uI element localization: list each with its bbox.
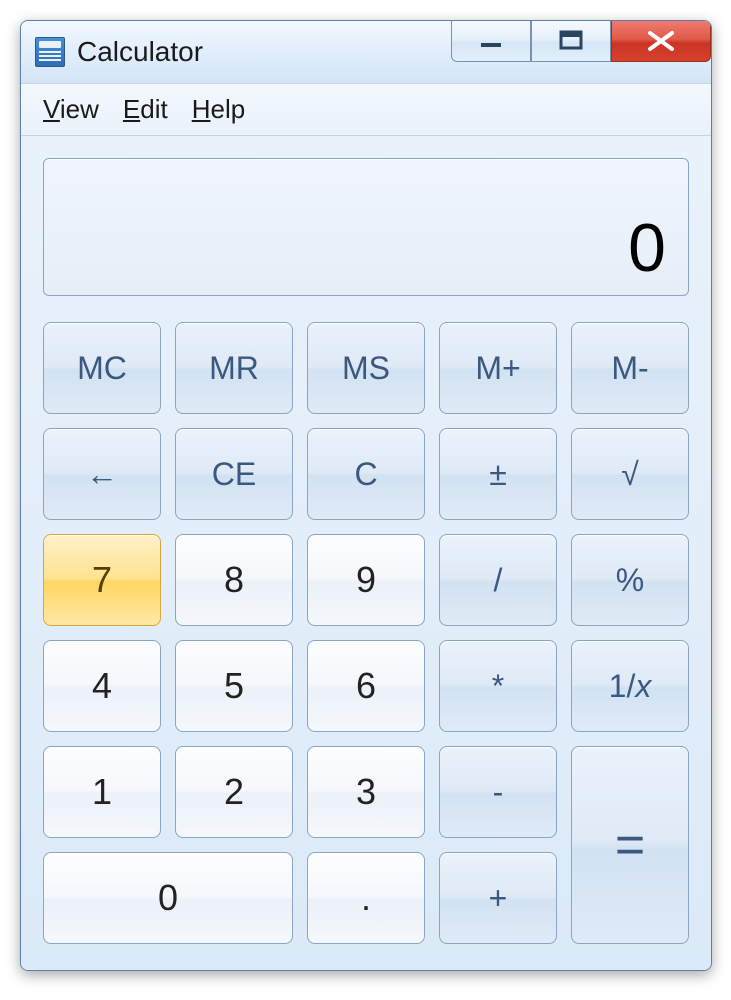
maximize-icon	[557, 30, 585, 52]
seven-button[interactable]: 7	[43, 534, 161, 626]
nine-button[interactable]: 9	[307, 534, 425, 626]
titlebar[interactable]: Calculator	[21, 21, 711, 83]
menu-help[interactable]: Help	[192, 94, 245, 125]
ms-button[interactable]: MS	[307, 322, 425, 414]
four-button[interactable]: 4	[43, 640, 161, 732]
subtract-button[interactable]: -	[439, 746, 557, 838]
one-button[interactable]: 1	[43, 746, 161, 838]
add-button[interactable]: +	[439, 852, 557, 944]
calculator-window: Calculator View Edit Help 0 MC MR MS M+ …	[20, 20, 712, 971]
two-button[interactable]: 2	[175, 746, 293, 838]
eight-button[interactable]: 8	[175, 534, 293, 626]
mminus-button[interactable]: M-	[571, 322, 689, 414]
menubar: View Edit Help	[21, 83, 711, 136]
window-controls	[451, 21, 711, 62]
minimize-button[interactable]	[451, 21, 531, 62]
minimize-icon	[475, 33, 507, 49]
equals-button[interactable]: =	[571, 746, 689, 944]
mr-button[interactable]: MR	[175, 322, 293, 414]
six-button[interactable]: 6	[307, 640, 425, 732]
multiply-button[interactable]: *	[439, 640, 557, 732]
close-button[interactable]	[611, 21, 711, 62]
backspace-button[interactable]: ←	[43, 428, 161, 520]
sqrt-button[interactable]: √	[571, 428, 689, 520]
close-icon	[644, 31, 678, 51]
plus-minus-button[interactable]: ±	[439, 428, 557, 520]
mplus-button[interactable]: M+	[439, 322, 557, 414]
five-button[interactable]: 5	[175, 640, 293, 732]
maximize-button[interactable]	[531, 21, 611, 62]
window-title: Calculator	[77, 36, 451, 68]
menu-view[interactable]: View	[43, 94, 99, 125]
keypad: MC MR MS M+ M- ← CE C ± √ 7 8 9 / % 4 5 …	[43, 322, 689, 944]
mc-button[interactable]: MC	[43, 322, 161, 414]
calculator-body: 0 MC MR MS M+ M- ← CE C ± √ 7 8 9 / % 4 …	[21, 136, 711, 970]
divide-button[interactable]: /	[439, 534, 557, 626]
zero-button[interactable]: 0	[43, 852, 293, 944]
display: 0	[43, 158, 689, 296]
calculator-icon	[35, 37, 65, 67]
ce-button[interactable]: CE	[175, 428, 293, 520]
three-button[interactable]: 3	[307, 746, 425, 838]
reciprocal-button[interactable]: 1/x	[571, 640, 689, 732]
menu-edit[interactable]: Edit	[123, 94, 168, 125]
percent-button[interactable]: %	[571, 534, 689, 626]
decimal-button[interactable]: .	[307, 852, 425, 944]
c-button[interactable]: C	[307, 428, 425, 520]
display-value: 0	[628, 209, 666, 287]
